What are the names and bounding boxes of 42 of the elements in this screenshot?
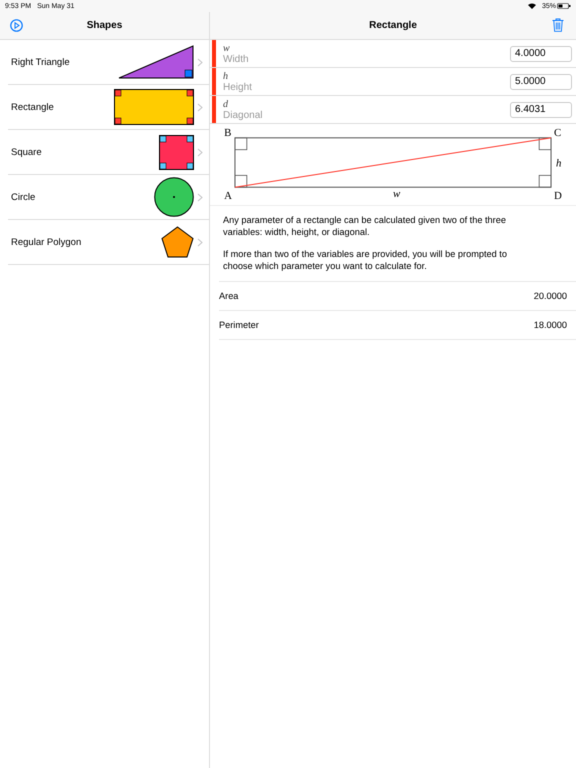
result-value: 20.0000 [534,291,567,301]
result-label: Area [219,291,238,301]
pentagon-icon [161,226,194,258]
wifi-icon [528,3,536,9]
rectangle-icon [114,89,194,125]
parameter-label: Height [223,82,253,92]
chevron-icon [197,58,203,66]
corner-label: B [224,126,232,139]
width-label: w [393,188,400,200]
parameter-symbol: h [223,70,229,82]
parameter-input[interactable]: 5.0000 [510,74,572,90]
chevron-icon [197,192,203,202]
chevron-icon [197,238,203,246]
chevron-icon [197,102,203,112]
parameter-label: Diagonal [223,110,264,120]
parameter-input[interactable]: 4.0000 [510,46,572,62]
right-triangle-icon [118,45,194,79]
description-paragraph: Any parameter of a rectangle can be calculated given two of the three variables: width, height, or diagonal. [223,215,507,238]
chevron-icon [197,148,203,156]
parameter-input[interactable]: 6.4031 [510,102,572,118]
shape-list-item[interactable]: Regular Polygon [8,220,209,265]
description-paragraph: If more than two of the variables are provided, you will be prompted to choose which parameter you want to calculate for. [223,249,508,272]
result-value: 18.0000 [534,320,567,330]
battery-icon [557,3,571,9]
circle-icon [154,177,194,217]
shape-list-item[interactable]: Right Triangle [8,40,209,85]
corner-label: D [554,190,562,202]
detail-title: Rectangle [369,20,417,31]
corner-label: A [224,190,232,202]
result-label: Perimeter [219,320,259,330]
sidebar-title: Shapes [86,20,122,31]
height-label: h [556,157,562,170]
parameter-label: Width [223,54,250,64]
corner-label: C [554,126,562,139]
play-circle-icon[interactable] [10,19,23,32]
trash-icon[interactable] [552,18,564,32]
shape-list-item[interactable]: Square [8,130,209,175]
parameter-symbol: d [223,98,229,110]
parameter-symbol: w [223,42,231,54]
shape-list-item[interactable]: Circle [8,175,209,220]
square-icon [159,134,194,170]
shape-list-item[interactable]: Rectangle [8,85,209,130]
